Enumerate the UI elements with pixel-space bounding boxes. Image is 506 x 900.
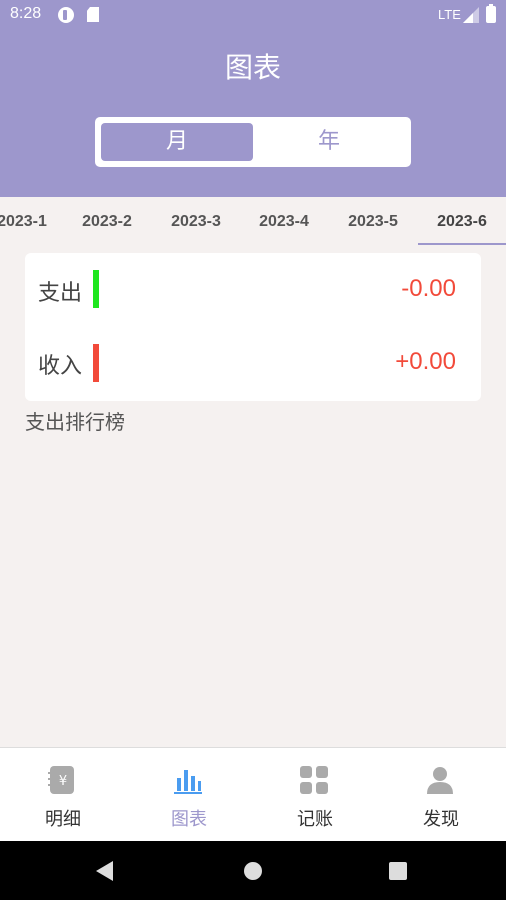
status-bar: 8:28 LTE	[0, 0, 506, 30]
month-tabs: 2023-1 2023-2 2023-3 2023-4 2023-5 2023-…	[0, 197, 506, 247]
bottom-tab-bar: ¥ 明细 图表 记账 发现	[0, 747, 506, 841]
year-toggle-button[interactable]: 年	[253, 123, 405, 161]
month-tab-2023-2[interactable]: 2023-2	[63, 197, 151, 247]
expense-bar	[93, 270, 99, 308]
network-type: LTE	[438, 7, 461, 22]
tab-label-chart: 图表	[171, 809, 207, 830]
tab-label-details: 明细	[45, 809, 81, 830]
month-tab-2023-1[interactable]: 2023-1	[0, 197, 66, 247]
grid-icon	[300, 766, 328, 794]
tab-label-bookkeeping: 记账	[297, 809, 333, 830]
summary-card: 支出 -0.00 收入 +0.00	[25, 253, 481, 401]
person-icon	[427, 767, 453, 794]
income-value: +0.00	[395, 348, 456, 375]
tab-label-discover: 发现	[423, 809, 459, 830]
expense-ranking-title: 支出排行榜	[25, 410, 125, 434]
bar-chart-icon	[174, 770, 202, 794]
sd-card-icon	[87, 7, 99, 22]
month-tab-2023-5[interactable]: 2023-5	[329, 197, 417, 247]
income-bar	[93, 344, 99, 382]
header: 图表 月 年	[0, 30, 506, 197]
month-tab-2023-3[interactable]: 2023-3	[152, 197, 240, 247]
tab-chart[interactable]: 图表	[126, 748, 252, 842]
tab-bookkeeping[interactable]: 记账	[252, 748, 378, 842]
home-icon[interactable]	[244, 862, 262, 880]
back-icon[interactable]	[96, 861, 113, 881]
period-toggle: 月 年	[95, 117, 411, 167]
month-toggle-button[interactable]: 月	[101, 123, 253, 161]
selected-month-indicator	[418, 243, 506, 245]
battery-icon	[486, 4, 496, 23]
app-notification-icon	[58, 7, 74, 23]
month-tab-2023-6[interactable]: 2023-6	[418, 197, 506, 247]
income-label: 收入	[38, 354, 83, 379]
month-tab-2023-4[interactable]: 2023-4	[240, 197, 328, 247]
tab-discover[interactable]: 发现	[378, 748, 504, 842]
status-time: 8:28	[10, 5, 42, 22]
page-title: 图表	[224, 51, 281, 84]
tab-details[interactable]: ¥ 明细	[0, 748, 126, 842]
system-nav-bar	[0, 841, 506, 900]
svg-text:¥: ¥	[59, 774, 67, 789]
signal-icon	[463, 7, 479, 23]
recent-apps-icon[interactable]	[389, 862, 407, 880]
ledger-icon: ¥	[48, 766, 74, 794]
expense-value: -0.00	[401, 275, 456, 302]
expense-label: 支出	[38, 281, 83, 306]
